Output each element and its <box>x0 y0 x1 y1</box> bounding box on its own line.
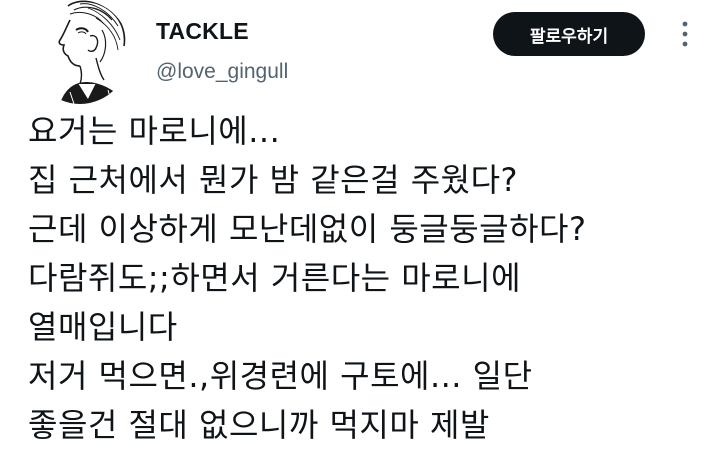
tweet-line: 요거는 마로니에... <box>28 112 281 150</box>
tweet-header: TACKLE @love_gingull 팔로우하기 <box>0 0 720 110</box>
user-handle[interactable]: @love_gingull <box>156 60 288 84</box>
tweet-line: 집 근처에서 뭔가 밤 같은걸 주웠다? <box>28 161 519 199</box>
tweet-line: 다람쥐도;;하면서 거른다는 마로니에 <box>28 259 522 297</box>
more-vertical-icon <box>682 21 688 47</box>
more-options-button[interactable] <box>670 17 700 51</box>
display-name[interactable]: TACKLE <box>156 18 249 45</box>
tweet-line: 근데 이상하게 모난데없이 둥글둥글하다? <box>28 210 587 248</box>
avatar[interactable] <box>30 0 130 104</box>
tweet-line: 저거 먹으면.,위경련에 구토에... 일단 <box>28 357 533 395</box>
tweet-line: 열매입니다 <box>28 308 178 346</box>
manga-portrait-avatar-icon <box>30 0 130 104</box>
tweet-text: 요거는 마로니에... 집 근처에서 뭔가 밤 같은걸 주웠다? 근데 이상하게… <box>28 107 708 450</box>
follow-button[interactable]: 팔로우하기 <box>493 12 645 56</box>
tweet-line: 좋을건 절대 없으니까 먹지마 제발 <box>28 406 490 444</box>
